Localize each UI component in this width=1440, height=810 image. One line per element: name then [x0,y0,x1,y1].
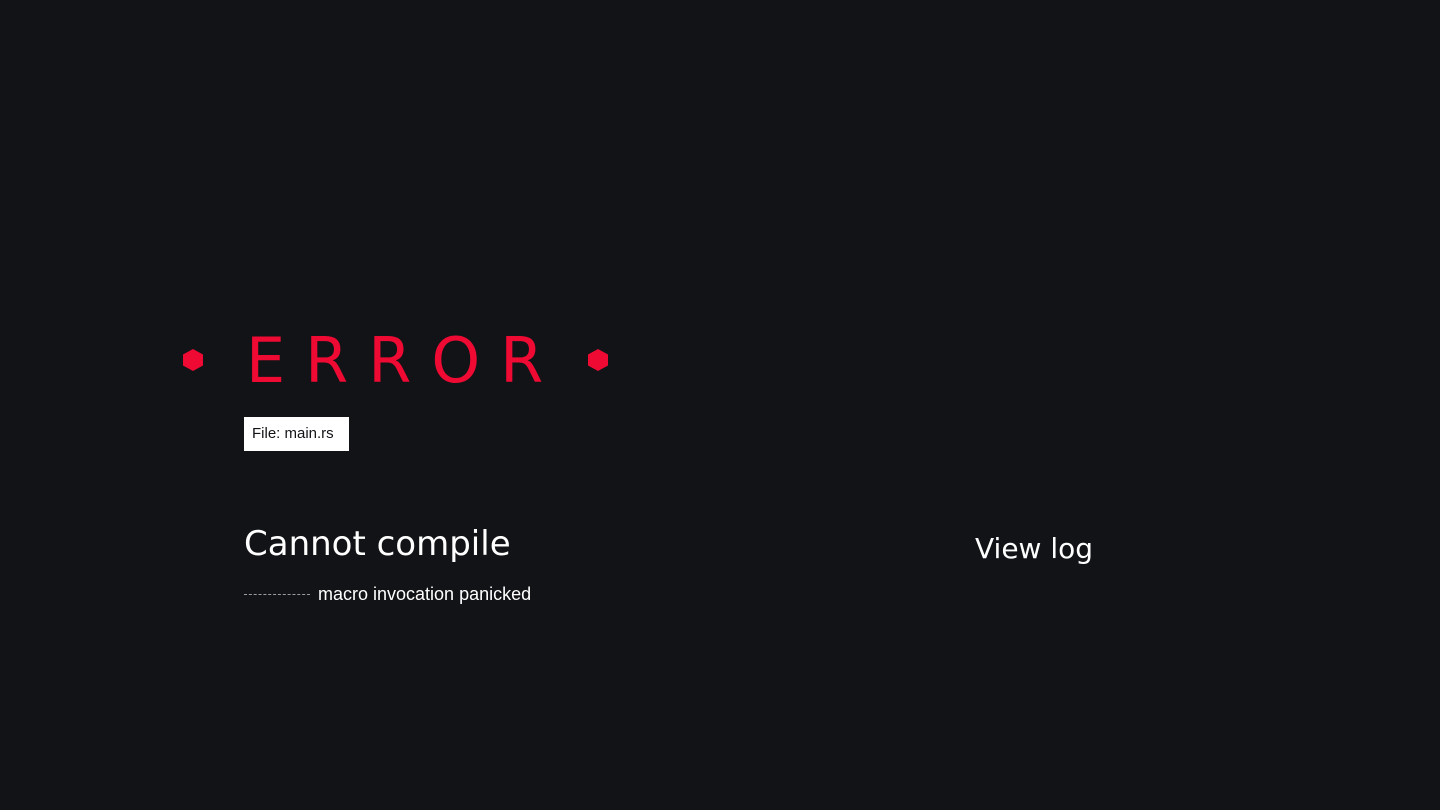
file-badge: File: main.rs [244,417,349,451]
hexagon-icon [182,348,204,372]
dashed-divider [244,593,310,595]
error-headline: Cannot compile [244,524,511,564]
error-title: ERROR [246,324,564,397]
error-detail-row: macro invocation panicked [244,582,531,606]
error-screen: ERROR File: main.rs Cannot compile macro… [0,0,1440,810]
view-log-link[interactable]: View log [975,529,1093,569]
hexagon-icon [587,348,609,372]
error-detail: macro invocation panicked [318,584,532,604]
